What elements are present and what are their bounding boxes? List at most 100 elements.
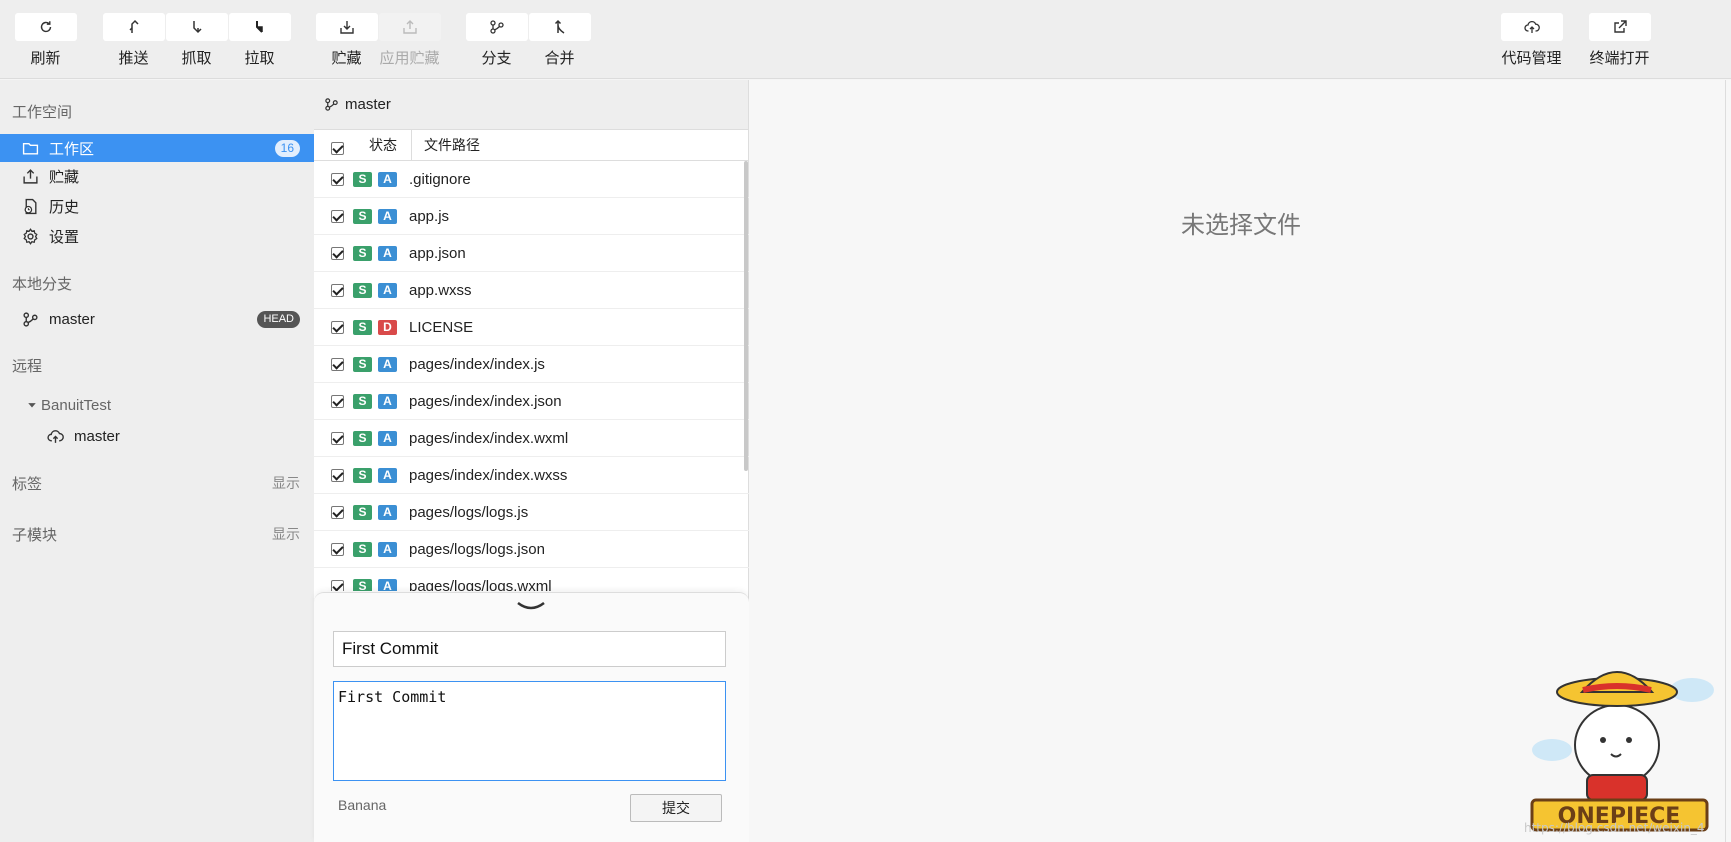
pull-label: 拉取: [244, 50, 275, 67]
head-badge: HEAD: [257, 311, 300, 328]
tool-group-stash: 贮藏 应用贮藏: [315, 13, 441, 68]
sidebar-item-label: 贮藏: [49, 168, 80, 186]
status-tag: A: [378, 282, 397, 298]
file-row[interactable]: S Apages/index/index.wxml: [314, 420, 749, 457]
file-row[interactable]: S Apages/index/index.js: [314, 346, 749, 383]
commit-description-input[interactable]: First Commit: [333, 681, 726, 781]
file-path: pages/index/index.js: [409, 355, 545, 373]
status-tag: A: [378, 541, 397, 557]
push-button[interactable]: 推送: [102, 13, 165, 68]
branch-icon: [23, 311, 38, 327]
file-path: pages/index/index.wxss: [409, 466, 568, 484]
staged-tag: S: [353, 541, 372, 557]
file-checkbox[interactable]: [331, 246, 344, 260]
fetch-button[interactable]: 抓取: [165, 13, 228, 68]
merge-button[interactable]: 合并: [528, 13, 591, 68]
file-checkbox[interactable]: [331, 579, 344, 591]
local-branches-section-title: 本地分支: [12, 276, 73, 293]
sidebar-item-remote[interactable]: BanuitTest: [0, 391, 314, 419]
status-tag: A: [378, 171, 397, 187]
file-checkbox[interactable]: [331, 320, 344, 334]
select-all-checkbox[interactable]: [331, 142, 344, 155]
status-tag: A: [378, 578, 397, 591]
status-tag: D: [378, 319, 397, 335]
file-list-pane: master 状态 文件路径 S A .gitignore S Aapp.js S Aapp…: [314, 80, 749, 842]
diff-pane: 未选择文件 ONEPIECE https://blog.csdn.net/wei…: [749, 80, 1731, 842]
file-row[interactable]: S A .gitignore: [314, 161, 749, 198]
stash-icon: [23, 168, 38, 184]
mascot-sticker-image: ONEPIECE: [1530, 671, 1714, 832]
file-checkbox[interactable]: [331, 394, 344, 408]
pull-button[interactable]: 拉取: [228, 13, 291, 68]
staged-tag: S: [353, 245, 372, 261]
toolbar: 刷新 推送 抓取 拉取 贮藏 应用贮藏 分支 合并 代码管理 终端打开: [0, 0, 1731, 79]
file-row[interactable]: S Apages/index/index.json: [314, 383, 749, 420]
chevron-down-icon[interactable]: [516, 599, 546, 613]
branch-button[interactable]: 分支: [465, 13, 528, 68]
file-checkbox[interactable]: [331, 283, 344, 297]
file-row[interactable]: S Aapp.js: [314, 198, 749, 235]
file-checkbox[interactable]: [331, 209, 344, 223]
open-terminal-button[interactable]: 终端打开: [1588, 13, 1651, 68]
sidebar-item-settings[interactable]: 设置: [0, 222, 314, 250]
merge-label: 合并: [544, 50, 575, 67]
sidebar-item-workspace[interactable]: 工作区 16: [0, 134, 314, 162]
file-path: pages/index/index.wxml: [409, 429, 569, 447]
sidebar-item-label: BanuitTest: [41, 396, 112, 414]
staged-tag: S: [353, 208, 372, 224]
status-tag: A: [378, 504, 397, 520]
stash-label: 贮藏: [331, 50, 362, 67]
staged-tag: S: [353, 504, 372, 520]
sidebar: 工作空间 工作区 16 贮藏 历史 设置 本地分支 master HEAD 远程…: [0, 80, 314, 842]
staged-tag: S: [353, 282, 372, 298]
pull-icon: [255, 21, 263, 33]
tags-show-button[interactable]: 显示: [272, 473, 300, 493]
file-row[interactable]: S Aapp.json: [314, 235, 749, 272]
file-checkbox[interactable]: [331, 505, 344, 519]
current-branch-bar: master: [314, 80, 748, 129]
sidebar-item-remote-master[interactable]: master: [0, 422, 314, 450]
tool-group-code: 代码管理: [1500, 13, 1563, 68]
sidebar-item-stash[interactable]: 贮藏: [0, 162, 314, 190]
file-row[interactable]: S Apages/index/index.wxss: [314, 457, 749, 494]
history-icon: [24, 198, 37, 214]
file-path: app.json: [409, 244, 466, 262]
file-row[interactable]: S Aapp.wxss: [314, 272, 749, 309]
file-checkbox[interactable]: [331, 172, 344, 186]
file-checkbox[interactable]: [331, 542, 344, 556]
apply-stash-label: 应用贮藏: [379, 50, 440, 67]
file-row[interactable]: S Apages/logs/logs.wxml: [314, 568, 749, 591]
sidebar-item-label: master: [74, 427, 120, 445]
refresh-button[interactable]: 刷新: [14, 13, 77, 68]
file-checkbox[interactable]: [331, 468, 344, 482]
caret-down-icon: [28, 403, 36, 408]
file-checkbox[interactable]: [331, 357, 344, 371]
file-checkbox[interactable]: [331, 431, 344, 445]
submodules-show-button[interactable]: 显示: [272, 524, 300, 544]
submodules-section-title: 子模块: [12, 527, 58, 544]
path-column-header[interactable]: 文件路径: [412, 135, 480, 155]
status-tag: A: [378, 393, 397, 409]
cloud-upload-icon: [1523, 20, 1540, 33]
file-list-scrollbar[interactable]: [744, 161, 748, 471]
sidebar-item-label: 工作区: [49, 140, 95, 158]
code-manage-button[interactable]: 代码管理: [1500, 13, 1563, 68]
branch-label: 分支: [481, 50, 512, 67]
status-column-header[interactable]: 状态: [314, 130, 412, 160]
file-row[interactable]: S Apages/logs/logs.js: [314, 494, 749, 531]
sidebar-item-history[interactable]: 历史: [0, 192, 314, 220]
file-row[interactable]: S Apages/logs/logs.json: [314, 531, 749, 568]
watermark-text: https://blog.csdn.net/weixin_4: [1524, 821, 1705, 835]
current-branch-name: master: [345, 96, 391, 113]
commit-summary-input[interactable]: [333, 631, 726, 667]
branch-icon: [325, 98, 338, 111]
workspace-section-title: 工作空间: [12, 104, 73, 121]
sidebar-item-local-master[interactable]: master HEAD: [0, 305, 314, 333]
staged-tag: S: [353, 356, 372, 372]
file-row[interactable]: S D LICENSE: [314, 309, 749, 346]
apply-stash-button[interactable]: 应用贮藏: [378, 13, 441, 68]
tags-section-title: 标签: [12, 476, 43, 493]
stash-button[interactable]: 贮藏: [315, 13, 378, 68]
commit-submit-button[interactable]: 提交: [630, 794, 722, 822]
staged-tag: S: [353, 171, 372, 187]
